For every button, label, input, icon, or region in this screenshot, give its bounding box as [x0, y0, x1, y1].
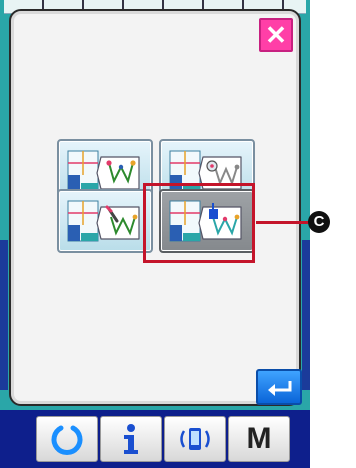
background-side-panel	[0, 240, 8, 390]
ready-icon	[51, 425, 83, 456]
callout-line	[256, 221, 308, 224]
background-side-panel	[302, 240, 310, 390]
close-button[interactable]: ✕	[259, 18, 293, 52]
bottom-bar: M	[0, 410, 310, 468]
selection-highlight	[143, 183, 255, 263]
mode-button[interactable]: M	[228, 416, 290, 462]
info-button[interactable]	[100, 416, 162, 462]
callout-badge: C	[308, 211, 330, 233]
communication-button[interactable]	[164, 416, 226, 462]
pattern-stitch-icon	[67, 150, 140, 192]
info-icon	[124, 424, 138, 454]
pattern-select-edit[interactable]	[57, 189, 153, 253]
ready-button[interactable]	[36, 416, 98, 462]
enter-button[interactable]	[256, 369, 302, 405]
enter-icon	[268, 381, 292, 396]
mode-label: M	[246, 422, 272, 455]
communication-icon	[180, 428, 210, 450]
close-icon: ✕	[265, 20, 287, 50]
pattern-stitch-edit-icon	[67, 200, 140, 242]
